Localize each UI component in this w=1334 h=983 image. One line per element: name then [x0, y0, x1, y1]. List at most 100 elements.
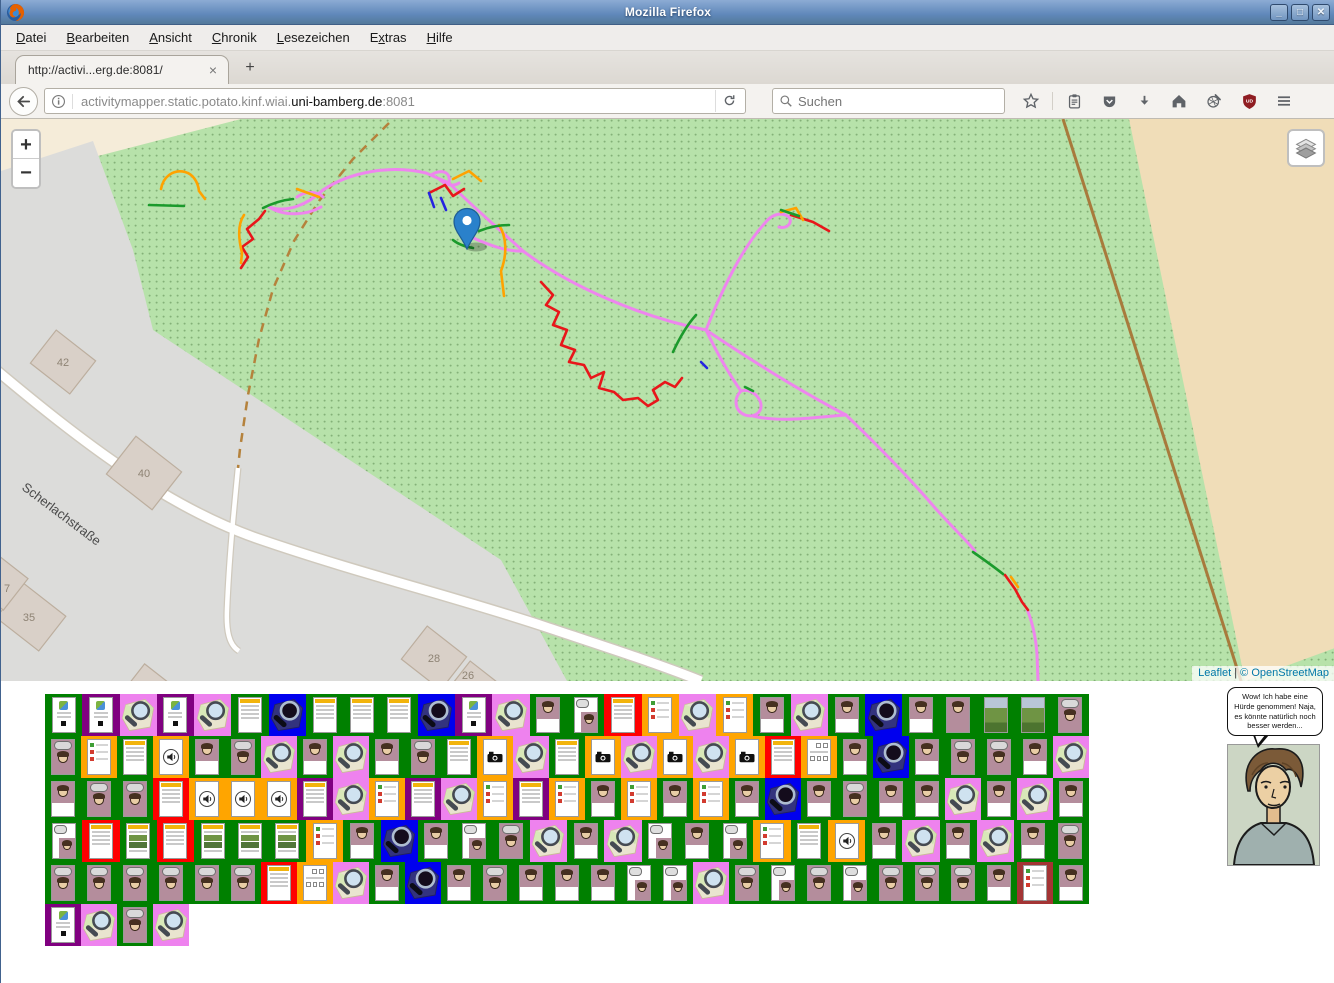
reading-list-icon[interactable] [1060, 88, 1088, 114]
timeline-tile-avatar[interactable] [801, 778, 837, 820]
timeline-tile-avatar-thought[interactable] [981, 736, 1017, 778]
timeline-tile-avatar[interactable] [513, 862, 549, 904]
timeline-tile-avatar[interactable] [441, 862, 477, 904]
timeline-tile-avatar[interactable] [343, 820, 380, 862]
timeline-tile-avatar[interactable] [837, 736, 873, 778]
timeline-tile-avatar-speech[interactable] [455, 820, 492, 862]
timeline-tile-photo-portrait[interactable] [940, 694, 977, 736]
adblock-shield-icon[interactable]: UD [1235, 88, 1263, 114]
search-input[interactable] [798, 94, 998, 109]
menu-item-bearbeiten[interactable]: Bearbeiten [57, 26, 138, 49]
menu-item-ansicht[interactable]: Ansicht [140, 26, 201, 49]
timeline-tile-app-screenshot[interactable] [45, 694, 82, 736]
timeline-tile-document-photos[interactable] [194, 820, 231, 862]
timeline-tile-osm-logo[interactable] [945, 778, 981, 820]
timeline-tile-osm-logo-dark[interactable] [765, 778, 801, 820]
timeline-tile-document[interactable] [513, 778, 549, 820]
timeline-tile-avatar-thought[interactable] [117, 904, 153, 946]
timeline-tile-checklist[interactable] [369, 778, 405, 820]
timeline-tile-camera[interactable] [477, 736, 513, 778]
timeline-tile-avatar-speech[interactable] [765, 862, 801, 904]
timeline-tile-form[interactable] [297, 862, 333, 904]
map-layers-control[interactable] [1287, 129, 1325, 167]
url-text[interactable]: activitymapper.static.potato.kinf.wiai.u… [73, 94, 715, 109]
timeline-tile-avatar[interactable] [585, 862, 621, 904]
menu-icon[interactable] [1270, 88, 1298, 114]
timeline-tile-osm-logo[interactable] [120, 694, 157, 736]
timeline-tile-avatar-thought[interactable] [189, 862, 225, 904]
timeline-tile-document[interactable] [549, 736, 585, 778]
timeline-tile-photo[interactable] [977, 694, 1014, 736]
timeline-tile-avatar-speech[interactable] [642, 820, 679, 862]
timeline-tile-document[interactable] [343, 694, 380, 736]
timeline-tile-osm-logo-dark[interactable] [269, 694, 306, 736]
timeline-tile-avatar[interactable] [729, 778, 765, 820]
menu-item-datei[interactable]: Datei [7, 26, 55, 49]
timeline-tile-document[interactable] [306, 694, 343, 736]
timeline-tile-avatar-thought[interactable] [117, 862, 153, 904]
timeline-tile-osm-logo[interactable] [194, 694, 231, 736]
timeline-tile-avatar-thought[interactable] [873, 862, 909, 904]
menu-item-extras[interactable]: Extras [361, 26, 416, 49]
timeline-tile-document[interactable] [117, 736, 153, 778]
timeline-tile-avatar-thought[interactable] [945, 862, 981, 904]
timeline-tile-osm-logo[interactable] [441, 778, 477, 820]
timeline-tile-avatar[interactable] [909, 736, 945, 778]
timeline-tile-avatar-thought[interactable] [801, 862, 837, 904]
timeline-tile-osm-logo[interactable] [81, 904, 117, 946]
timeline-tile-photo[interactable] [1014, 694, 1051, 736]
menu-item-hilfe[interactable]: Hilfe [418, 26, 462, 49]
timeline-tile-avatar-thought[interactable] [405, 736, 441, 778]
timeline-tile-osm-logo[interactable] [693, 736, 729, 778]
timeline-tile-avatar-thought[interactable] [945, 736, 981, 778]
timeline-tile-avatar[interactable] [585, 778, 621, 820]
timeline-tile-avatar[interactable] [369, 736, 405, 778]
timeline-tile-avatar[interactable] [902, 694, 939, 736]
timeline-tile-avatar[interactable] [1053, 778, 1089, 820]
timeline-tile-document[interactable] [441, 736, 477, 778]
timeline-tile-avatar[interactable] [865, 820, 902, 862]
timeline-tile-document[interactable] [297, 778, 333, 820]
timeline-tile-osm-logo[interactable] [333, 778, 369, 820]
timeline-tile-osm-logo[interactable] [261, 736, 297, 778]
timeline-tile-checklist[interactable] [81, 736, 117, 778]
timeline-tile-app-screenshot[interactable] [82, 694, 119, 736]
timeline-tile-avatar-thought[interactable] [477, 862, 513, 904]
timeline-tile-osm-logo[interactable] [333, 736, 369, 778]
bookmark-star-icon[interactable] [1017, 88, 1045, 114]
timeline-tile-speaker[interactable] [828, 820, 865, 862]
openstreetmap-link[interactable]: © OpenStreetMap [1240, 667, 1329, 679]
timeline-tile-document-photos[interactable] [269, 820, 306, 862]
timeline-tile-checklist[interactable] [716, 694, 753, 736]
timeline-tile-avatar[interactable] [418, 820, 455, 862]
timeline-tile-checklist[interactable] [642, 694, 679, 736]
timeline-tile-osm-logo-dark[interactable] [405, 862, 441, 904]
timeline-tile-avatar[interactable] [549, 862, 585, 904]
timeline-tile-avatar-thought[interactable] [1052, 694, 1089, 736]
timeline-tile-avatar[interactable] [981, 778, 1017, 820]
timeline-tile-avatar-thought[interactable] [729, 862, 765, 904]
timeline-tile-avatar-thought[interactable] [45, 736, 81, 778]
new-tab-button[interactable]: + [237, 58, 263, 80]
timeline-tile-camera[interactable] [657, 736, 693, 778]
timeline-tile-document-photos[interactable] [120, 820, 157, 862]
timeline-tile-osm-logo-dark[interactable] [418, 694, 455, 736]
timeline-tile-document[interactable] [604, 694, 641, 736]
timeline-tile-form[interactable] [801, 736, 837, 778]
timeline-tile-osm-logo[interactable] [530, 820, 567, 862]
timeline-tile-osm-logo[interactable] [791, 694, 828, 736]
timeline-tile-avatar[interactable] [369, 862, 405, 904]
timeline-tile-avatar-thought[interactable] [837, 778, 873, 820]
menu-item-chronik[interactable]: Chronik [203, 26, 266, 49]
timeline-tile-avatar[interactable] [189, 736, 225, 778]
timeline-tile-avatar[interactable] [679, 820, 716, 862]
timeline-tile-app-screenshot[interactable] [157, 694, 194, 736]
timeline-tile-document[interactable] [157, 820, 194, 862]
minimize-button[interactable]: _ [1270, 4, 1288, 21]
timeline-tile-checklist[interactable] [693, 778, 729, 820]
timeline-tile-osm-logo-dark[interactable] [381, 820, 418, 862]
timeline-tile-osm-logo-dark[interactable] [873, 736, 909, 778]
timeline-tile-speaker[interactable] [153, 736, 189, 778]
timeline-tile-checklist[interactable] [621, 778, 657, 820]
timeline-tile-osm-logo[interactable] [513, 736, 549, 778]
